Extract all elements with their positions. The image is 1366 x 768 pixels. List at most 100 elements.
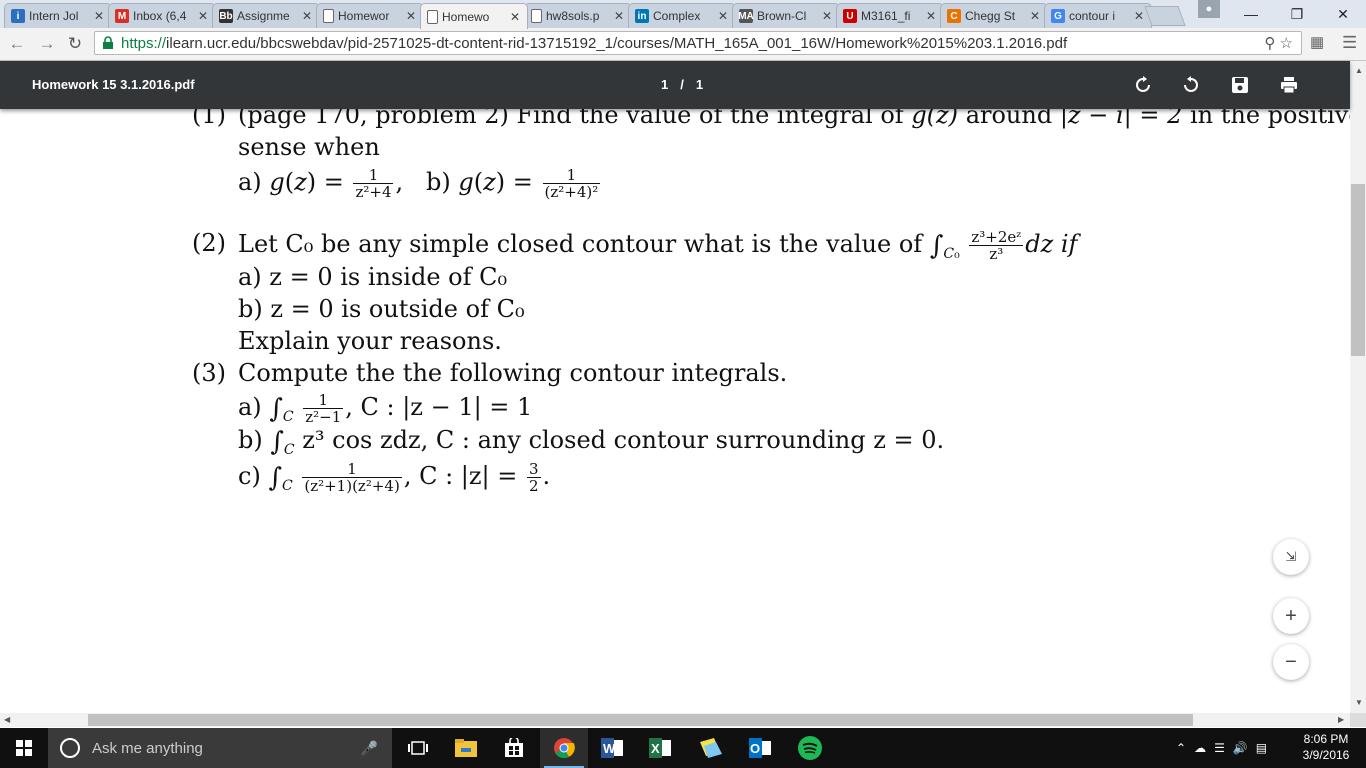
tab-close-icon[interactable]: ✕ bbox=[1028, 9, 1042, 23]
tab-2[interactable]: M Inbox (6,4 ✕ bbox=[108, 3, 216, 28]
profile-icon[interactable]: ● bbox=[1198, 0, 1220, 18]
action-center-icon[interactable]: ▤ bbox=[1256, 741, 1267, 755]
excel-icon: X bbox=[649, 738, 671, 758]
horizontal-scroll-thumb[interactable] bbox=[88, 714, 1193, 726]
document-icon bbox=[531, 9, 542, 23]
tab-close-icon[interactable]: ✕ bbox=[1132, 9, 1146, 23]
tab-8[interactable]: MA Brown-Cl ✕ bbox=[732, 3, 840, 28]
problem-3-part-b: b) ∫C z³ cos zdz, C : any closed contour… bbox=[238, 426, 945, 458]
tab-title: Assignme bbox=[237, 9, 290, 23]
page-current[interactable]: 1 bbox=[661, 77, 668, 92]
zoom-icon[interactable]: ⚲ bbox=[1264, 35, 1275, 52]
taskbar-clock[interactable]: 8:06 PM 3/9/2016 bbox=[1298, 731, 1354, 763]
minimize-button[interactable]: — bbox=[1228, 0, 1274, 28]
problem-1-parts: a) g(z) = 1 z²+4, b) g(z) = 1 (z²+4)² bbox=[238, 166, 601, 201]
tab-9[interactable]: U M3161_fi ✕ bbox=[836, 3, 944, 28]
store-icon bbox=[505, 738, 523, 757]
scroll-up-arrow-icon[interactable]: ▲ bbox=[1355, 66, 1363, 75]
chegg-icon: C bbox=[947, 9, 961, 23]
tab-close-icon[interactable]: ✕ bbox=[404, 9, 418, 23]
problem-2-part-a: a) z = 0 is inside of C₀ bbox=[238, 263, 508, 291]
sticky-notes-icon bbox=[700, 738, 722, 758]
pdf-title: Homework 15 3.1.2016.pdf bbox=[32, 77, 195, 92]
task-view-icon bbox=[408, 741, 428, 755]
save-icon[interactable] bbox=[1228, 73, 1252, 97]
spotify-icon bbox=[798, 736, 822, 760]
print-icon[interactable] bbox=[1277, 73, 1301, 97]
tab-4[interactable]: Homewor ✕ bbox=[316, 3, 424, 28]
onedrive-icon[interactable]: ☁ bbox=[1194, 741, 1206, 755]
vertical-scrollbar[interactable] bbox=[1350, 61, 1366, 713]
tab-close-icon[interactable]: ✕ bbox=[508, 10, 522, 24]
wifi-icon[interactable]: ☰ bbox=[1214, 741, 1225, 755]
rotate-counterclockwise-icon[interactable] bbox=[1179, 73, 1203, 97]
document-icon bbox=[427, 9, 438, 24]
tab-1[interactable]: i Intern Jol ✕ bbox=[4, 3, 112, 28]
vertical-scroll-thumb[interactable] bbox=[1351, 184, 1365, 356]
tab-10[interactable]: C Chegg St ✕ bbox=[940, 3, 1048, 28]
linkedin-icon: in bbox=[635, 9, 649, 23]
extension-icon[interactable]: ▦ bbox=[1310, 33, 1324, 51]
file-explorer-button[interactable] bbox=[442, 728, 490, 768]
scroll-left-arrow-icon[interactable]: ◀ bbox=[4, 715, 10, 724]
back-button[interactable]: ← bbox=[6, 33, 28, 55]
new-tab-button[interactable] bbox=[1144, 6, 1186, 26]
zoom-star-icons[interactable]: ⚲ ☆ bbox=[1264, 34, 1293, 52]
scroll-right-arrow-icon[interactable]: ▶ bbox=[1338, 715, 1344, 724]
problem-2-part-b: b) z = 0 is outside of C₀ bbox=[238, 295, 525, 323]
tab-close-icon[interactable]: ✕ bbox=[924, 9, 938, 23]
svg-text:O: O bbox=[750, 741, 760, 756]
blackboard-icon: Bb bbox=[219, 9, 233, 23]
rotate-clockwise-icon[interactable] bbox=[1131, 73, 1155, 97]
scroll-down-arrow-icon[interactable]: ▼ bbox=[1355, 698, 1363, 707]
word-taskbar-button[interactable]: W bbox=[588, 728, 636, 768]
problem-2-explain: Explain your reasons. bbox=[238, 327, 502, 355]
chrome-icon bbox=[554, 738, 575, 759]
utah-icon: U bbox=[843, 9, 857, 23]
task-view-button[interactable] bbox=[394, 728, 442, 768]
tab-6[interactable]: hw8sols.p ✕ bbox=[524, 3, 632, 28]
tab-close-icon[interactable]: ✕ bbox=[820, 9, 834, 23]
restore-button[interactable]: ❐ bbox=[1274, 0, 1320, 28]
math-icon: MA bbox=[738, 9, 754, 23]
cortana-search-box[interactable]: Ask me anything 🎤 bbox=[48, 728, 392, 768]
tab-title: Brown-Cl bbox=[757, 9, 807, 23]
show-hidden-icons-chevron-icon[interactable]: ⌃ bbox=[1176, 741, 1186, 755]
tab-11[interactable]: Gcontour i ✕ bbox=[1044, 3, 1152, 28]
close-window-button[interactable]: ✕ bbox=[1320, 0, 1366, 28]
clock-time: 8:06 PM bbox=[1303, 732, 1349, 746]
fit-to-page-button[interactable]: ⇲ bbox=[1273, 539, 1309, 575]
menu-icon[interactable]: ☰ bbox=[1342, 33, 1357, 53]
spotify-taskbar-button[interactable] bbox=[786, 728, 834, 768]
tab-3[interactable]: Bb Assignme ✕ bbox=[212, 3, 320, 28]
tab-close-icon[interactable]: ✕ bbox=[716, 9, 730, 23]
tab-7[interactable]: in Complex ✕ bbox=[628, 3, 736, 28]
problem-3-part-c: c) ∫C 1 (z²+1)(z²+4), C : |z| = 32. bbox=[238, 460, 551, 495]
tab-close-icon[interactable]: ✕ bbox=[92, 9, 106, 23]
pdf-viewport[interactable]: (1) (page 170, problem 2) Find the value… bbox=[0, 61, 1350, 713]
bookmark-star-icon[interactable]: ☆ bbox=[1280, 35, 1293, 52]
reload-button[interactable]: ↻ bbox=[64, 33, 86, 55]
tab-close-icon[interactable]: ✕ bbox=[196, 9, 210, 23]
excel-taskbar-button[interactable]: X bbox=[636, 728, 684, 768]
system-tray: ⌃ ☁ ☰ 🔊 ▤ bbox=[1176, 728, 1267, 768]
tab-title: Chegg St bbox=[965, 9, 1016, 23]
chrome-taskbar-button[interactable] bbox=[540, 728, 588, 768]
tab-close-icon[interactable]: ✕ bbox=[300, 9, 314, 23]
zoom-in-button[interactable]: + bbox=[1273, 598, 1309, 634]
tab-close-icon[interactable]: ✕ bbox=[612, 9, 626, 23]
sticky-notes-taskbar-button[interactable] bbox=[686, 728, 734, 768]
zoom-out-button[interactable]: − bbox=[1273, 644, 1309, 680]
volume-icon[interactable]: 🔊 bbox=[1233, 741, 1248, 755]
svg-text:X: X bbox=[651, 741, 660, 756]
address-bar[interactable]: https://ilearn.ucr.edu/bbcswebdav/pid-25… bbox=[94, 31, 1302, 55]
lock-icon bbox=[103, 36, 113, 49]
microphone-icon[interactable]: 🎤 bbox=[361, 740, 378, 757]
pdf-toolbar: Homework 15 3.1.2016.pdf 1/1 bbox=[0, 61, 1350, 109]
tab-5[interactable]: Homewo ✕ bbox=[420, 3, 528, 29]
tab-title: Homewor bbox=[338, 9, 390, 23]
forward-button[interactable]: → bbox=[36, 33, 58, 55]
store-button[interactable] bbox=[490, 728, 538, 768]
start-button[interactable] bbox=[0, 728, 48, 768]
outlook-taskbar-button[interactable]: O bbox=[736, 728, 784, 768]
